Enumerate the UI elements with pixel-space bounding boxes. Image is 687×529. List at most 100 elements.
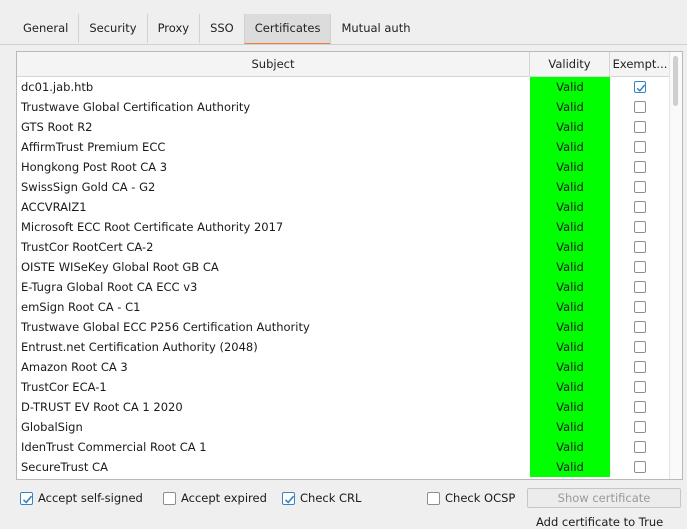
- validity-cell: Valid: [530, 257, 610, 277]
- table-row[interactable]: SwissSign Gold CA - G2 Valid: [17, 177, 670, 197]
- check-crl-option[interactable]: Check CRL: [282, 490, 361, 506]
- validity-cell: Valid: [530, 377, 610, 397]
- validity-cell: Valid: [530, 77, 610, 97]
- table-row[interactable]: GlobalSign Valid: [17, 417, 670, 437]
- tab-sso[interactable]: SSO: [199, 14, 244, 43]
- table-row[interactable]: GTS Root R2 Valid: [17, 117, 670, 137]
- check-crl-checkbox[interactable]: [282, 491, 295, 505]
- tab-security[interactable]: Security: [78, 14, 146, 43]
- vertical-scrollbar[interactable]: [669, 52, 682, 479]
- subject-cell: ACCVRAIZ1: [21, 200, 87, 214]
- table-row[interactable]: AffirmTrust Premium ECC Valid: [17, 137, 670, 157]
- table-row[interactable]: Microsoft ECC Root Certificate Authority…: [17, 217, 670, 237]
- validity-cell: Valid: [530, 97, 610, 117]
- subject-cell: GlobalSign: [21, 420, 83, 434]
- exempt-cell: [610, 337, 670, 357]
- column-header-exempt[interactable]: Exempt...: [610, 52, 670, 76]
- subject-cell: AffirmTrust Premium ECC: [21, 140, 166, 154]
- add-certificate-label: Add certificate to True: [536, 515, 664, 529]
- validity-cell: Valid: [530, 417, 610, 437]
- exempt-checkbox[interactable]: [634, 361, 646, 373]
- validity-cell: Valid: [530, 357, 610, 377]
- exempt-checkbox[interactable]: [634, 421, 646, 433]
- exempt-checkbox[interactable]: [634, 141, 646, 153]
- check-ocsp-option[interactable]: Check OCSP: [427, 490, 515, 506]
- table-row[interactable]: IdenTrust Commercial Root CA 1 Valid: [17, 437, 670, 457]
- table-row[interactable]: ACCVRAIZ1 Valid: [17, 197, 670, 217]
- exempt-checkbox[interactable]: [634, 261, 646, 273]
- validity-cell: Valid: [530, 157, 610, 177]
- tab-proxy[interactable]: Proxy: [146, 14, 200, 43]
- validity-cell: Valid: [530, 177, 610, 197]
- table-row[interactable]: TrustCor ECA-1 Valid: [17, 377, 670, 397]
- accept-self-signed-label: Accept self-signed: [38, 491, 143, 505]
- validity-cell: Valid: [530, 437, 610, 457]
- exempt-cell: [610, 117, 670, 137]
- exempt-checkbox[interactable]: [634, 121, 646, 133]
- table-row[interactable]: TrustCor RootCert CA-2 Valid: [17, 237, 670, 257]
- exempt-cell: [610, 177, 670, 197]
- subject-cell: Amazon Root CA 3: [21, 360, 128, 374]
- validity-cell: Valid: [530, 457, 610, 477]
- table-row[interactable]: dc01.jab.htb Valid: [17, 77, 670, 97]
- exempt-checkbox[interactable]: [634, 221, 646, 233]
- certificates-table[interactable]: Subject Validity Exempt... dc01.jab.htb V…: [16, 51, 683, 480]
- validity-cell: Valid: [530, 197, 610, 217]
- exempt-cell: [610, 357, 670, 377]
- exempt-checkbox[interactable]: [634, 381, 646, 393]
- exempt-checkbox[interactable]: [634, 101, 646, 113]
- accept-self-signed-option[interactable]: Accept self-signed: [20, 490, 143, 506]
- subject-cell: emSign Root CA - C1: [21, 300, 141, 314]
- show-certificate-button[interactable]: Show certificate: [527, 488, 681, 508]
- subject-cell: E-Tugra Global Root CA ECC v3: [21, 280, 198, 294]
- exempt-checkbox[interactable]: [634, 301, 646, 313]
- exempt-checkbox[interactable]: [634, 241, 646, 253]
- tab-certificates[interactable]: Certificates: [243, 14, 332, 45]
- table-row[interactable]: D-TRUST EV Root CA 1 2020 Valid: [17, 397, 670, 417]
- column-header-subject[interactable]: Subject: [17, 52, 530, 76]
- subject-cell: TrustCor RootCert CA-2: [21, 240, 154, 254]
- exempt-cell: [610, 417, 670, 437]
- exempt-checkbox[interactable]: [634, 341, 646, 353]
- table-row[interactable]: emSign Root CA - C1 Valid: [17, 297, 670, 317]
- table-row[interactable]: Trustwave Global ECC P256 Certification …: [17, 317, 670, 337]
- exempt-checkbox[interactable]: [634, 321, 646, 333]
- accept-self-signed-checkbox[interactable]: [20, 491, 33, 505]
- table-body: dc01.jab.htb Valid Trustwave Global Certif…: [17, 77, 670, 477]
- check-ocsp-label: Check OCSP: [445, 491, 516, 505]
- scrollbar-thumb[interactable]: [673, 56, 678, 106]
- tab-mutual-auth[interactable]: Mutual auth: [331, 14, 420, 43]
- exempt-checkbox[interactable]: [634, 161, 646, 173]
- exempt-cell: [610, 217, 670, 237]
- accept-expired-option[interactable]: Accept expired: [163, 490, 267, 506]
- tab-general[interactable]: General: [13, 14, 78, 43]
- exempt-checkbox[interactable]: [634, 201, 646, 213]
- exempt-cell: [610, 77, 670, 97]
- validity-cell: Valid: [530, 137, 610, 157]
- check-ocsp-checkbox[interactable]: [427, 491, 440, 505]
- table-row[interactable]: E-Tugra Global Root CA ECC v3 Valid: [17, 277, 670, 297]
- table-header: Subject Validity Exempt...: [17, 52, 670, 77]
- exempt-cell: [610, 137, 670, 157]
- column-header-validity[interactable]: Validity: [530, 52, 610, 76]
- table-row[interactable]: Trustwave Global Certification Authority…: [17, 97, 670, 117]
- table-row[interactable]: SecureTrust CA Valid: [17, 457, 670, 477]
- exempt-checkbox[interactable]: [634, 81, 646, 93]
- subject-cell: D-TRUST EV Root CA 1 2020: [21, 400, 183, 414]
- exempt-checkbox[interactable]: [634, 401, 646, 413]
- exempt-checkbox[interactable]: [634, 181, 646, 193]
- exempt-checkbox[interactable]: [634, 461, 646, 473]
- exempt-checkbox[interactable]: [634, 441, 646, 453]
- subject-cell: OISTE WISeKey Global Root GB CA: [21, 260, 219, 274]
- subject-cell: Entrust.net Certification Authority (204…: [21, 340, 258, 354]
- table-row[interactable]: Entrust.net Certification Authority (204…: [17, 337, 670, 357]
- accept-expired-checkbox[interactable]: [163, 491, 176, 505]
- exempt-cell: [610, 157, 670, 177]
- exempt-cell: [610, 197, 670, 217]
- exempt-cell: [610, 277, 670, 297]
- table-row[interactable]: Amazon Root CA 3 Valid: [17, 357, 670, 377]
- table-row[interactable]: Hongkong Post Root CA 3 Valid: [17, 157, 670, 177]
- accept-expired-label: Accept expired: [181, 491, 267, 505]
- table-row[interactable]: OISTE WISeKey Global Root GB CA Valid: [17, 257, 670, 277]
- exempt-checkbox[interactable]: [634, 281, 646, 293]
